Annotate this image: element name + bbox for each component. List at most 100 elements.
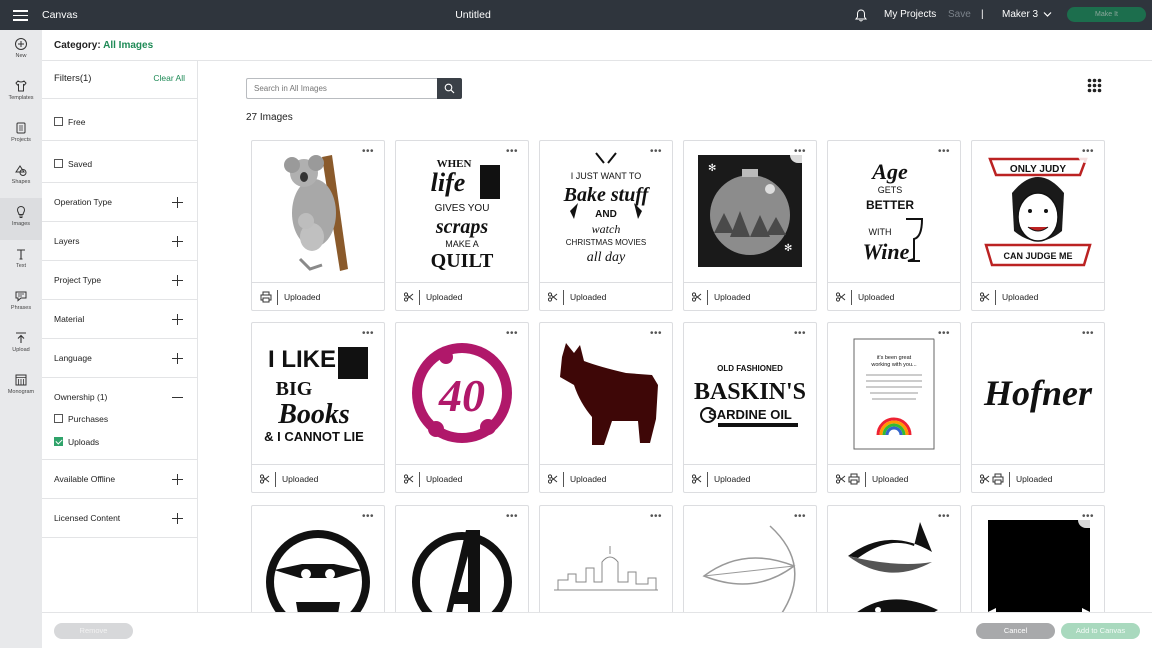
rail-item-images[interactable]: Images — [0, 198, 42, 240]
filter-language[interactable]: Language — [42, 339, 197, 378]
search-button[interactable] — [437, 78, 462, 99]
card-status: Uploaded — [714, 292, 751, 302]
filter-available-offline[interactable]: Available Offline — [42, 460, 197, 499]
rail-item-monogram[interactable]: Monogram — [0, 366, 42, 408]
svg-text:Bake stuff: Bake stuff — [563, 184, 651, 206]
my-projects-link[interactable]: My Projects — [884, 9, 936, 20]
filter-operation-type[interactable]: Operation Type — [42, 183, 197, 222]
saved-checkbox[interactable] — [54, 159, 63, 168]
filter-label: Material — [54, 314, 85, 324]
remove-button[interactable]: Remove — [54, 623, 133, 639]
scissors-icon — [692, 292, 702, 302]
card-status: Uploaded — [872, 474, 909, 484]
card-footer: Uploaded — [540, 464, 672, 492]
plus-icon[interactable] — [172, 314, 183, 325]
image-card[interactable]: I JUST WANT TO Bake stuff AND watch CHRI… — [539, 140, 673, 311]
rail-item-projects[interactable]: Projects — [0, 114, 42, 156]
make-it-button[interactable]: Make It — [1067, 7, 1146, 22]
image-card[interactable]: ✻ ✻ ••• Uploaded — [683, 140, 817, 311]
more-options-icon[interactable]: ••• — [358, 512, 378, 528]
svg-text:AND: AND — [595, 209, 617, 220]
more-options-icon[interactable]: ••• — [790, 512, 810, 528]
scissors-icon — [980, 474, 990, 484]
chevron-down-icon[interactable] — [1043, 11, 1052, 18]
cancel-button[interactable]: Cancel — [976, 623, 1055, 639]
free-checkbox[interactable] — [54, 117, 63, 126]
filter-project-type[interactable]: Project Type — [42, 261, 197, 300]
image-card[interactable]: 40 ••• Uploaded — [395, 322, 529, 493]
divider — [995, 290, 996, 305]
filter-licensed-content[interactable]: Licensed Content — [42, 499, 197, 538]
image-card[interactable]: it's been great working with you... ••• … — [827, 322, 961, 493]
more-options-icon[interactable]: ••• — [1078, 329, 1098, 345]
svg-text:SARDINE OIL: SARDINE OIL — [708, 407, 792, 422]
machine-selector[interactable]: Maker 3 — [1002, 9, 1038, 20]
more-options-icon[interactable]: ••• — [1078, 512, 1098, 528]
image-card[interactable]: WHEN life GIVES YOU scraps MAKE A QUILT … — [395, 140, 529, 311]
rail-label: Phrases — [10, 305, 32, 311]
card-status: Uploaded — [1002, 292, 1039, 302]
more-options-icon[interactable]: ••• — [646, 329, 666, 345]
filter-saved[interactable]: Saved — [42, 141, 197, 183]
more-options-icon[interactable]: ••• — [646, 147, 666, 163]
image-card[interactable]: Hofner ••• Uploaded — [971, 322, 1105, 493]
purchases-checkbox[interactable] — [54, 414, 63, 423]
bell-icon[interactable] — [855, 9, 867, 22]
scissors-icon — [260, 474, 270, 484]
plus-icon[interactable] — [172, 474, 183, 485]
document-title[interactable]: Untitled — [0, 9, 946, 21]
plus-icon[interactable] — [172, 197, 183, 208]
filter-material[interactable]: Material — [42, 300, 197, 339]
rail-item-text[interactable]: Text — [0, 240, 42, 282]
filter-free[interactable]: Free — [42, 99, 197, 141]
more-options-icon[interactable]: ••• — [358, 329, 378, 345]
add-to-canvas-button[interactable]: Add to Canvas — [1061, 623, 1140, 639]
image-card[interactable]: ••• Uploaded — [251, 140, 385, 311]
plus-icon[interactable] — [172, 513, 183, 524]
svg-text:40: 40 — [438, 370, 485, 421]
image-card[interactable]: ••• Uploaded — [539, 322, 673, 493]
grid-view-icon[interactable] — [1087, 78, 1102, 93]
filter-layers[interactable]: Layers — [42, 222, 197, 261]
clear-all-link[interactable]: Clear All — [153, 73, 185, 83]
rail-item-templates[interactable]: Templates — [0, 72, 42, 114]
more-options-icon[interactable]: ••• — [646, 512, 666, 528]
filter-ownership[interactable]: Ownership (1) Purchases Uploads — [42, 378, 197, 460]
search-input[interactable] — [246, 78, 438, 99]
plus-icon[interactable] — [172, 353, 183, 364]
save-button[interactable]: Save — [948, 9, 971, 20]
plus-icon[interactable] — [172, 275, 183, 286]
svg-text:ONLY JUDY: ONLY JUDY — [1010, 164, 1066, 175]
image-card[interactable]: ONLY JUDY CAN JUDGE ME ••• Uploaded — [971, 140, 1105, 311]
more-options-icon[interactable]: ••• — [502, 329, 522, 345]
card-status: Uploaded — [570, 474, 607, 484]
image-card[interactable]: Age GETS BETTER WITH Wine ••• Uploaded — [827, 140, 961, 311]
rail-item-shapes[interactable]: Shapes — [0, 156, 42, 198]
category-value[interactable]: All Images — [103, 40, 153, 51]
more-options-icon[interactable]: ••• — [790, 329, 810, 345]
text-icon — [17, 249, 25, 260]
scissors-icon — [836, 474, 846, 484]
more-options-icon[interactable]: ••• — [502, 512, 522, 528]
scissors-icon — [548, 474, 558, 484]
uploads-checkbox[interactable] — [54, 437, 63, 446]
rail-label: Upload — [12, 347, 30, 353]
svg-text:watch: watch — [592, 222, 621, 236]
more-options-icon[interactable]: ••• — [358, 147, 378, 163]
more-options-icon[interactable]: ••• — [934, 147, 954, 163]
rail-item-upload[interactable]: Upload — [0, 324, 42, 366]
rail-item-new[interactable]: New — [0, 30, 42, 72]
more-options-icon[interactable]: ••• — [934, 512, 954, 528]
more-options-icon[interactable]: ••• — [934, 329, 954, 345]
card-status: Uploaded — [858, 292, 895, 302]
image-card[interactable]: OLD FASHIONED BASKIN'S SARDINE OIL ••• U… — [683, 322, 817, 493]
rail-item-phrases[interactable]: Phrases — [0, 282, 42, 324]
more-options-icon[interactable]: ••• — [502, 147, 522, 163]
card-footer: Uploaded — [972, 464, 1104, 492]
image-card[interactable]: I LIKE BIG Books & I CANNOT LIE ••• Uplo… — [251, 322, 385, 493]
more-options-icon[interactable]: ••• — [1078, 147, 1098, 163]
bottom-bar: Remove Cancel Add to Canvas — [42, 612, 1152, 648]
more-options-icon[interactable]: ••• — [790, 147, 810, 163]
plus-icon[interactable] — [172, 236, 183, 247]
minus-icon[interactable] — [172, 392, 183, 403]
